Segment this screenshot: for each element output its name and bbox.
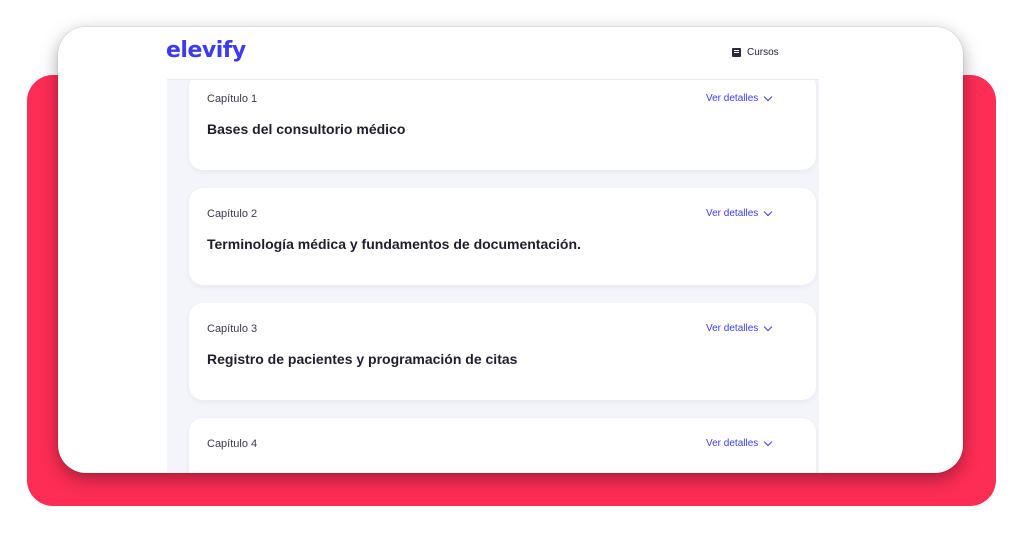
chevron-down-icon — [764, 437, 773, 447]
chapter-title: Registro de pacientes y programación de … — [207, 351, 518, 367]
chapter-card-4: Capítulo 4 Ver detalles — [189, 418, 816, 473]
view-details-label: Ver detalles — [706, 323, 759, 334]
view-details-label: Ver detalles — [706, 93, 759, 104]
chapter-title: Bases del consultorio médico — [207, 121, 406, 137]
chapter-list: Capítulo 1 Bases del consultorio médico … — [167, 80, 819, 473]
view-details-button[interactable]: Ver detalles — [706, 92, 773, 104]
elevify-logo[interactable]: elevify — [166, 38, 246, 63]
chapter-label: Capítulo 1 — [207, 93, 258, 105]
chevron-down-icon — [764, 92, 773, 102]
courses-nav-label: Cursos — [747, 47, 779, 58]
view-details-label: Ver detalles — [706, 438, 759, 449]
book-icon — [732, 48, 741, 57]
chapter-label: Capítulo 4 — [207, 438, 258, 450]
chapter-card-1: Capítulo 1 Bases del consultorio médico … — [189, 80, 816, 170]
courses-nav-link[interactable]: Cursos — [732, 47, 779, 58]
chapter-label: Capítulo 3 — [207, 323, 258, 335]
browser-window: elevify Cursos Capítulo 1 Bases del cons… — [58, 27, 963, 473]
view-details-label: Ver detalles — [706, 208, 759, 219]
chevron-down-icon — [764, 322, 773, 332]
view-details-button[interactable]: Ver detalles — [706, 437, 773, 449]
chapter-card-2: Capítulo 2 Terminología médica y fundame… — [189, 188, 816, 285]
chapter-card-3: Capítulo 3 Registro de pacientes y progr… — [189, 303, 816, 400]
view-details-button[interactable]: Ver detalles — [706, 322, 773, 334]
chapter-title: Terminología médica y fundamentos de doc… — [207, 236, 581, 252]
view-details-button[interactable]: Ver detalles — [706, 207, 773, 219]
chevron-down-icon — [764, 207, 773, 217]
top-navbar: elevify Cursos — [58, 27, 963, 79]
chapter-label: Capítulo 2 — [207, 208, 258, 220]
stage: elevify Cursos Capítulo 1 Bases del cons… — [0, 0, 1024, 536]
